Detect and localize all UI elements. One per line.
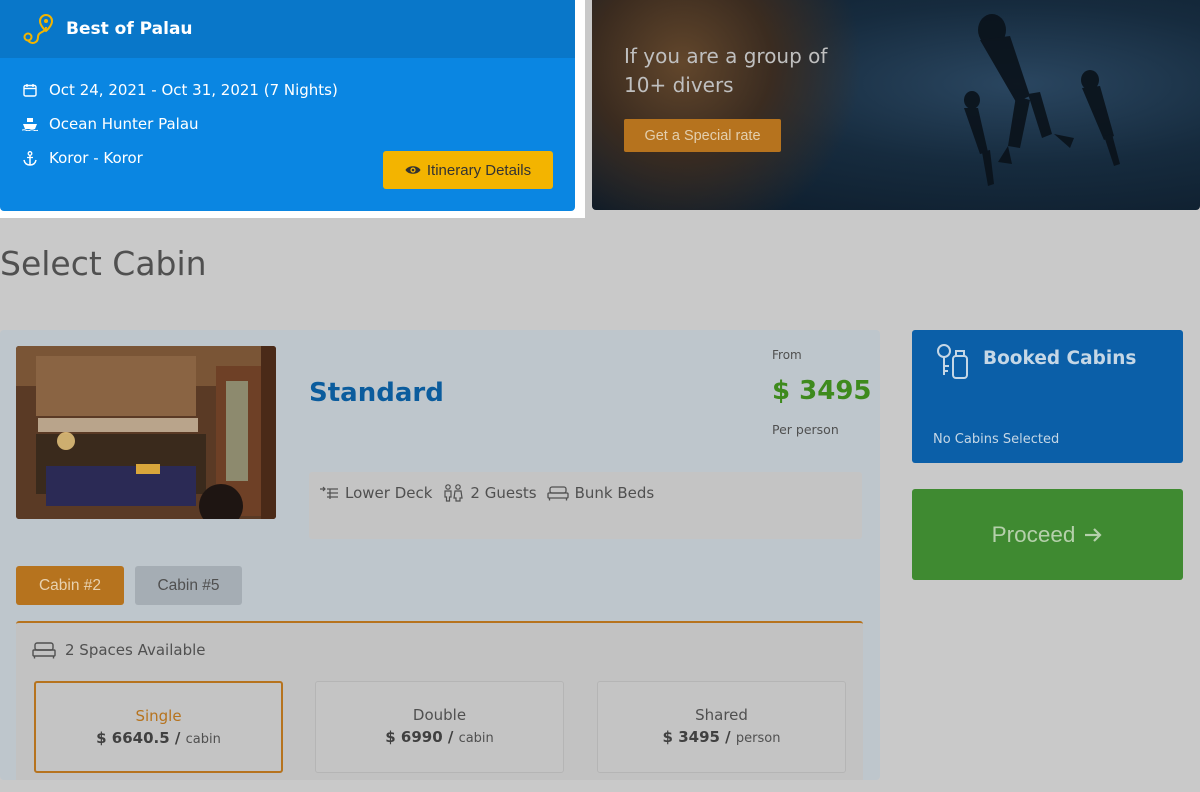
trip-vessel-row: Ocean Hunter Palau bbox=[22, 114, 575, 134]
price-from-label: From bbox=[772, 348, 802, 362]
arrow-right-icon bbox=[1085, 527, 1102, 542]
reef-background bbox=[592, 0, 892, 210]
booked-cabins-empty: No Cabins Selected bbox=[933, 432, 1060, 447]
trip-vessel: Ocean Hunter Palau bbox=[49, 115, 199, 133]
guests-icon bbox=[444, 484, 464, 502]
option-price: $ 6990 / cabin bbox=[316, 728, 563, 746]
occupancy-option-single[interactable]: Single $ 6640.5 / cabin bbox=[34, 681, 283, 773]
trip-route: Koror - Koror bbox=[49, 149, 143, 167]
bed-icon bbox=[546, 486, 569, 501]
occupancy-option-shared[interactable]: Shared $ 3495 / person bbox=[597, 681, 846, 773]
feature-deck-label: Lower Deck bbox=[345, 484, 433, 502]
promo-line-2: 10+ divers bbox=[624, 73, 734, 97]
option-price-value: $ 3495 / bbox=[662, 728, 731, 746]
promo-line-1: If you are a group of bbox=[624, 44, 828, 68]
trip-card: Best of Palau Oct 24, 2021 - Oct 31, 202… bbox=[0, 0, 575, 211]
option-price: $ 6640.5 / cabin bbox=[36, 729, 281, 747]
option-name: Shared bbox=[695, 706, 748, 724]
trip-title: Best of Palau bbox=[66, 19, 193, 39]
booked-cabins-panel: Booked Cabins No Cabins Selected bbox=[912, 330, 1183, 463]
tab-cabin-5[interactable]: Cabin #5 bbox=[135, 566, 242, 605]
proceed-button[interactable]: Proceed bbox=[912, 489, 1183, 580]
proceed-label: Proceed bbox=[991, 521, 1076, 547]
page-title: Select Cabin bbox=[0, 244, 207, 283]
cabin-features: Lower Deck 2 Guests Bunk Beds bbox=[309, 472, 862, 539]
price-unit: Per person bbox=[772, 422, 839, 437]
option-price: $ 3495 / person bbox=[598, 728, 845, 746]
feature-deck: Lower Deck bbox=[319, 484, 432, 502]
calendar-icon bbox=[22, 82, 38, 98]
option-price-value: $ 6640.5 / bbox=[96, 729, 181, 747]
route-pin-icon bbox=[23, 13, 54, 44]
trip-dates: Oct 24, 2021 - Oct 31, 2021 (7 Nights) bbox=[49, 81, 338, 99]
itinerary-details-label: Itinerary Details bbox=[426, 161, 532, 179]
cabin-availability-panel: 2 Spaces Available Single $ 6640.5 / cab… bbox=[16, 621, 863, 780]
option-name: Double bbox=[412, 706, 467, 724]
feature-guests-label: 2 Guests bbox=[470, 484, 537, 502]
deck-icon bbox=[320, 486, 338, 499]
option-price-unit: cabin bbox=[458, 731, 494, 746]
cabin-card: Standard From $ 3495 Per person Lower De… bbox=[0, 330, 880, 780]
feature-beds-label: Bunk Beds bbox=[574, 484, 655, 502]
trip-header: Best of Palau bbox=[0, 0, 575, 58]
feature-beds: Bunk Beds bbox=[546, 484, 655, 502]
cabin-type-name: Standard bbox=[309, 378, 444, 408]
feature-guests: 2 Guests bbox=[442, 484, 537, 502]
eye-icon bbox=[405, 166, 421, 174]
ship-icon bbox=[22, 116, 38, 132]
cabin-photo bbox=[16, 346, 276, 519]
promo-text: If you are a group of 10+ divers bbox=[624, 42, 827, 100]
trip-card-highlight: Best of Palau Oct 24, 2021 - Oct 31, 202… bbox=[0, 0, 585, 218]
special-rate-button[interactable]: Get a Special rate bbox=[624, 119, 781, 152]
divers-illustration bbox=[964, 14, 1120, 186]
booked-cabins-title: Booked Cabins bbox=[983, 348, 1137, 369]
occupancy-option-double[interactable]: Double $ 6990 / cabin bbox=[315, 681, 564, 773]
availability-header: 2 Spaces Available bbox=[32, 641, 206, 659]
availability-text: 2 Spaces Available bbox=[65, 641, 206, 659]
itinerary-details-button[interactable]: Itinerary Details bbox=[383, 151, 553, 189]
option-price-value: $ 6990 / bbox=[385, 728, 454, 746]
option-name: Single bbox=[135, 707, 182, 725]
option-price-unit: person bbox=[735, 731, 781, 746]
tab-cabin-2[interactable]: Cabin #2 bbox=[16, 566, 124, 605]
bed-icon bbox=[32, 642, 56, 659]
cabin-price: $ 3495 bbox=[772, 376, 872, 406]
cabin-keys-icon bbox=[937, 344, 968, 379]
option-price-unit: cabin bbox=[185, 732, 221, 747]
group-promo-banner: If you are a group of 10+ divers Get a S… bbox=[592, 0, 1200, 210]
trip-dates-row: Oct 24, 2021 - Oct 31, 2021 (7 Nights) bbox=[22, 80, 575, 100]
anchor-icon bbox=[22, 150, 38, 166]
